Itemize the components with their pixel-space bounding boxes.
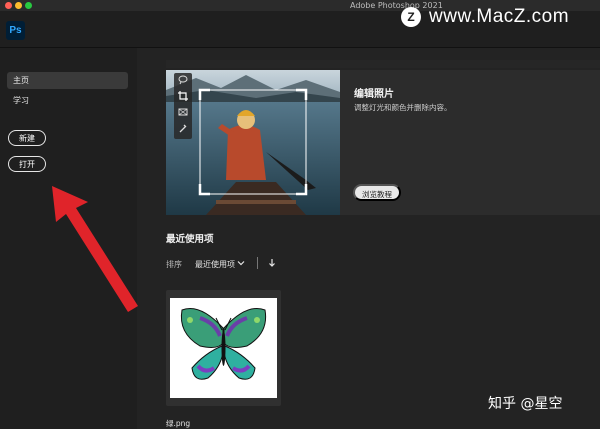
sidebar: 主页 学习 新建 打开 [0,48,137,429]
photoshop-logo-icon[interactable]: Ps [6,21,25,40]
new-button[interactable]: 新建 [8,130,46,146]
recent-file-thumbnail[interactable] [170,298,277,398]
butterfly-image [180,308,267,380]
crop-tool-icon[interactable] [178,91,188,101]
card-preview-image[interactable] [166,70,340,215]
watermark-top: Z www.MacZ.com [401,5,569,29]
lasso-tool-icon[interactable] [178,75,188,85]
close-window-button[interactable] [5,2,12,9]
recent-section-title: 最近使用项 [166,234,214,245]
chevron-down-icon[interactable] [237,259,245,269]
sidebar-item-home[interactable]: 主页 [7,72,128,89]
frame-tool-icon[interactable] [178,107,188,117]
minimize-window-button[interactable] [15,2,22,9]
card-title: 编辑照片 [354,89,394,100]
watermark-url: www.MacZ.com [429,6,570,27]
sort-divider [257,257,258,269]
watermark-bottom: 知乎 @星空 [488,396,563,412]
maximize-window-button[interactable] [25,2,32,9]
sidebar-item-learn[interactable]: 学习 [7,92,128,109]
sort-dropdown[interactable]: 最近使用项 [195,259,235,270]
sort-direction-arrow-icon[interactable] [268,258,276,270]
open-button[interactable]: 打开 [8,156,46,172]
carousel-top-strip [166,60,600,68]
tutorial-button[interactable]: 浏览教程 [353,184,401,201]
card-description: 调整灯光和颜色并删除内容。 [354,103,452,112]
eyedropper-tool-icon[interactable] [178,123,188,133]
recent-file-name: 绿.png [166,419,191,428]
macz-logo-icon: Z [401,7,421,27]
canoe-photo [166,70,340,215]
sort-label: 排序 [166,260,182,269]
